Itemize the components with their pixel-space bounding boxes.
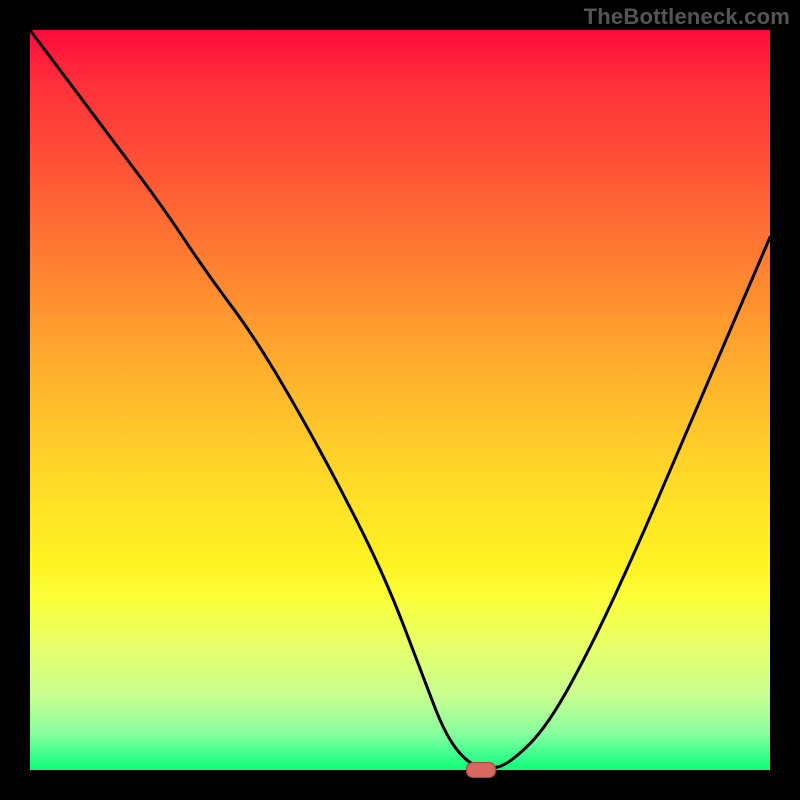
chart-frame: TheBottleneck.com — [0, 0, 800, 800]
curve-path — [30, 30, 770, 768]
bottleneck-curve — [30, 30, 770, 770]
watermark-text: TheBottleneck.com — [584, 4, 790, 30]
optimum-marker — [466, 762, 496, 778]
plot-area — [30, 30, 770, 770]
